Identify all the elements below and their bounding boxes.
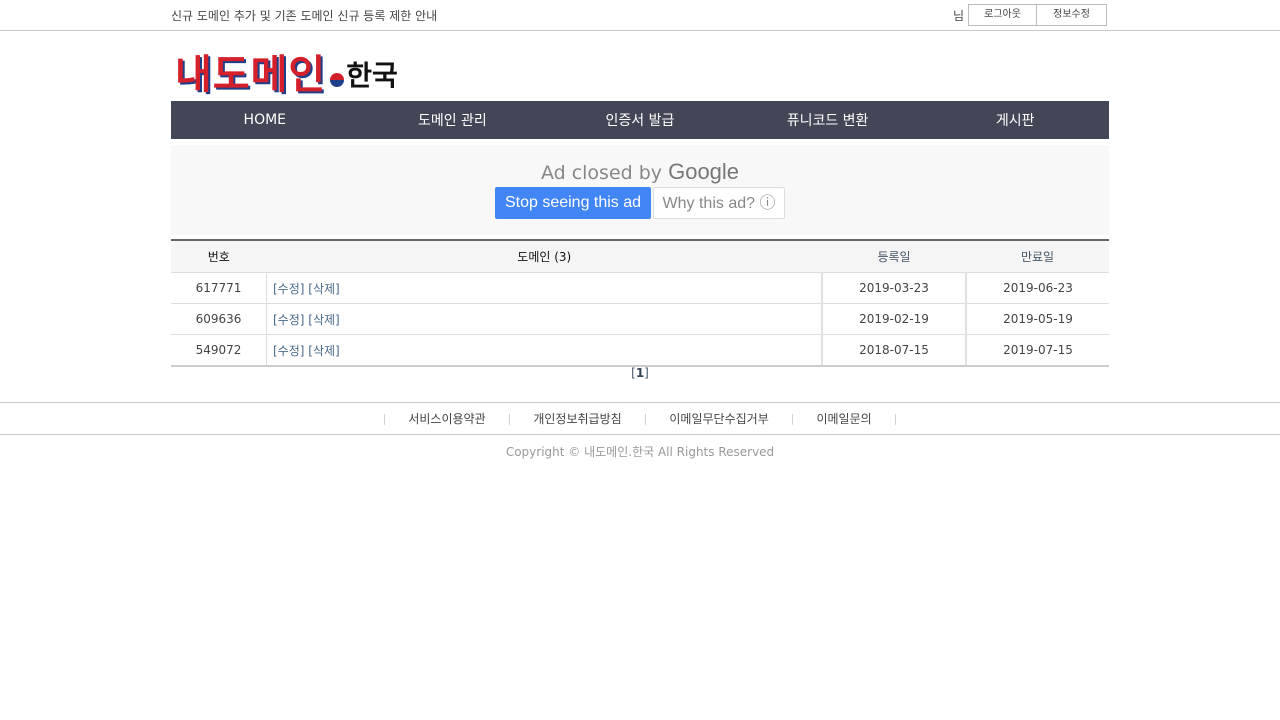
- domain-table: 번호 도메인 (3) 등록일 만료일 617771 [수정] [삭제] 2019…: [171, 239, 1109, 367]
- footer-privacy-link[interactable]: 개인정보취급방침: [533, 410, 621, 427]
- google-logo: Google: [668, 159, 740, 184]
- logout-button[interactable]: 로그아웃: [968, 4, 1038, 26]
- main-nav: HOME 도메인 관리 인증서 발급 퓨니코드 변환 게시판: [171, 101, 1109, 139]
- logo-text: 내도메인: [175, 51, 327, 98]
- edit-link[interactable]: [수정]: [273, 282, 304, 296]
- footer-links: | 서비스이용약관 | 개인정보취급방침 | 이메일무단수집거부 | 이메일문의…: [0, 402, 1280, 435]
- ad-closed-panel: Ad closed by Google Stop seeing this ad …: [171, 145, 1109, 235]
- footer-email-refusal-link[interactable]: 이메일무단수집거부: [669, 410, 768, 427]
- footer-separator: |: [643, 412, 648, 425]
- table-row: 549072 [수정] [삭제] 2018-07-15 2019-07-15: [171, 334, 1109, 367]
- user-area: 님 로그아웃 정보수정: [953, 4, 1108, 26]
- header-expires[interactable]: 만료일: [966, 239, 1109, 273]
- pager-bracket-close: ]: [644, 366, 649, 380]
- header-domain: 도메인 (3): [266, 239, 822, 273]
- header-number: 번호: [171, 239, 267, 273]
- row-domain-actions: [수정] [삭제]: [266, 303, 822, 335]
- table-row: 617771 [수정] [삭제] 2019-03-23 2019-06-23: [171, 272, 1109, 304]
- header-registered[interactable]: 등록일: [822, 239, 966, 273]
- row-registered: 2018-07-15: [821, 334, 966, 367]
- taegeuk-icon: [330, 73, 345, 87]
- footer-separator: |: [507, 412, 512, 425]
- logo-tld: 한국: [346, 59, 398, 92]
- row-registered: 2019-03-23: [821, 272, 966, 304]
- edit-link[interactable]: [수정]: [273, 313, 304, 327]
- edit-link[interactable]: [수정]: [273, 344, 304, 358]
- edit-profile-button[interactable]: 정보수정: [1037, 4, 1108, 26]
- row-domain-actions: [수정] [삭제]: [266, 334, 822, 367]
- footer-email-contact-link[interactable]: 이메일문의: [816, 410, 871, 427]
- row-expires: 2019-06-23: [965, 272, 1109, 304]
- nav-domain-manage[interactable]: 도메인 관리: [359, 101, 547, 139]
- site-logo[interactable]: 내도메인 한국: [175, 46, 398, 98]
- footer-terms-link[interactable]: 서비스이용약관: [408, 410, 485, 427]
- ad-closed-text: Ad closed by: [540, 162, 663, 184]
- copyright: Copyright © 내도메인.한국 All Rights Reserved: [505, 445, 775, 459]
- table-header-row: 번호 도메인 (3) 등록일 만료일: [171, 239, 1109, 273]
- why-this-ad-button[interactable]: Why this ad? ⓘ: [653, 187, 785, 219]
- nav-certificate[interactable]: 인증서 발급: [546, 101, 734, 139]
- footer-separator: |: [382, 412, 387, 425]
- row-domain-actions: [수정] [삭제]: [266, 272, 822, 304]
- row-number: 609636: [171, 303, 267, 335]
- row-registered: 2019-02-19: [821, 303, 966, 335]
- stop-seeing-ad-button[interactable]: Stop seeing this ad: [495, 187, 651, 219]
- footer-separator: |: [893, 412, 898, 425]
- ad-closed-message: Ad closed by Google: [171, 159, 1109, 185]
- footer-separator: |: [790, 412, 795, 425]
- row-expires: 2019-05-19: [965, 303, 1109, 335]
- delete-link[interactable]: [삭제]: [308, 282, 339, 296]
- nav-board[interactable]: 게시판: [921, 101, 1109, 139]
- nav-punycode[interactable]: 퓨니코드 변환: [734, 101, 922, 139]
- pagination: [1]: [0, 366, 1280, 380]
- table-row: 609636 [수정] [삭제] 2019-02-19 2019-05-19: [171, 303, 1109, 335]
- delete-link[interactable]: [삭제]: [308, 344, 339, 358]
- row-number: 617771: [171, 272, 267, 304]
- top-bar: 신규 도메인 추가 및 기존 도메인 신규 등록 제한 안내 님 로그아웃 정보…: [0, 0, 1280, 31]
- page-1-link[interactable]: 1: [636, 366, 644, 380]
- delete-link[interactable]: [삭제]: [308, 313, 339, 327]
- user-greeting: 님: [953, 8, 965, 23]
- row-number: 549072: [171, 334, 267, 367]
- notice-link[interactable]: 신규 도메인 추가 및 기존 도메인 신규 등록 제한 안내: [171, 7, 437, 24]
- row-expires: 2019-07-15: [965, 334, 1109, 367]
- nav-home[interactable]: HOME: [171, 101, 359, 139]
